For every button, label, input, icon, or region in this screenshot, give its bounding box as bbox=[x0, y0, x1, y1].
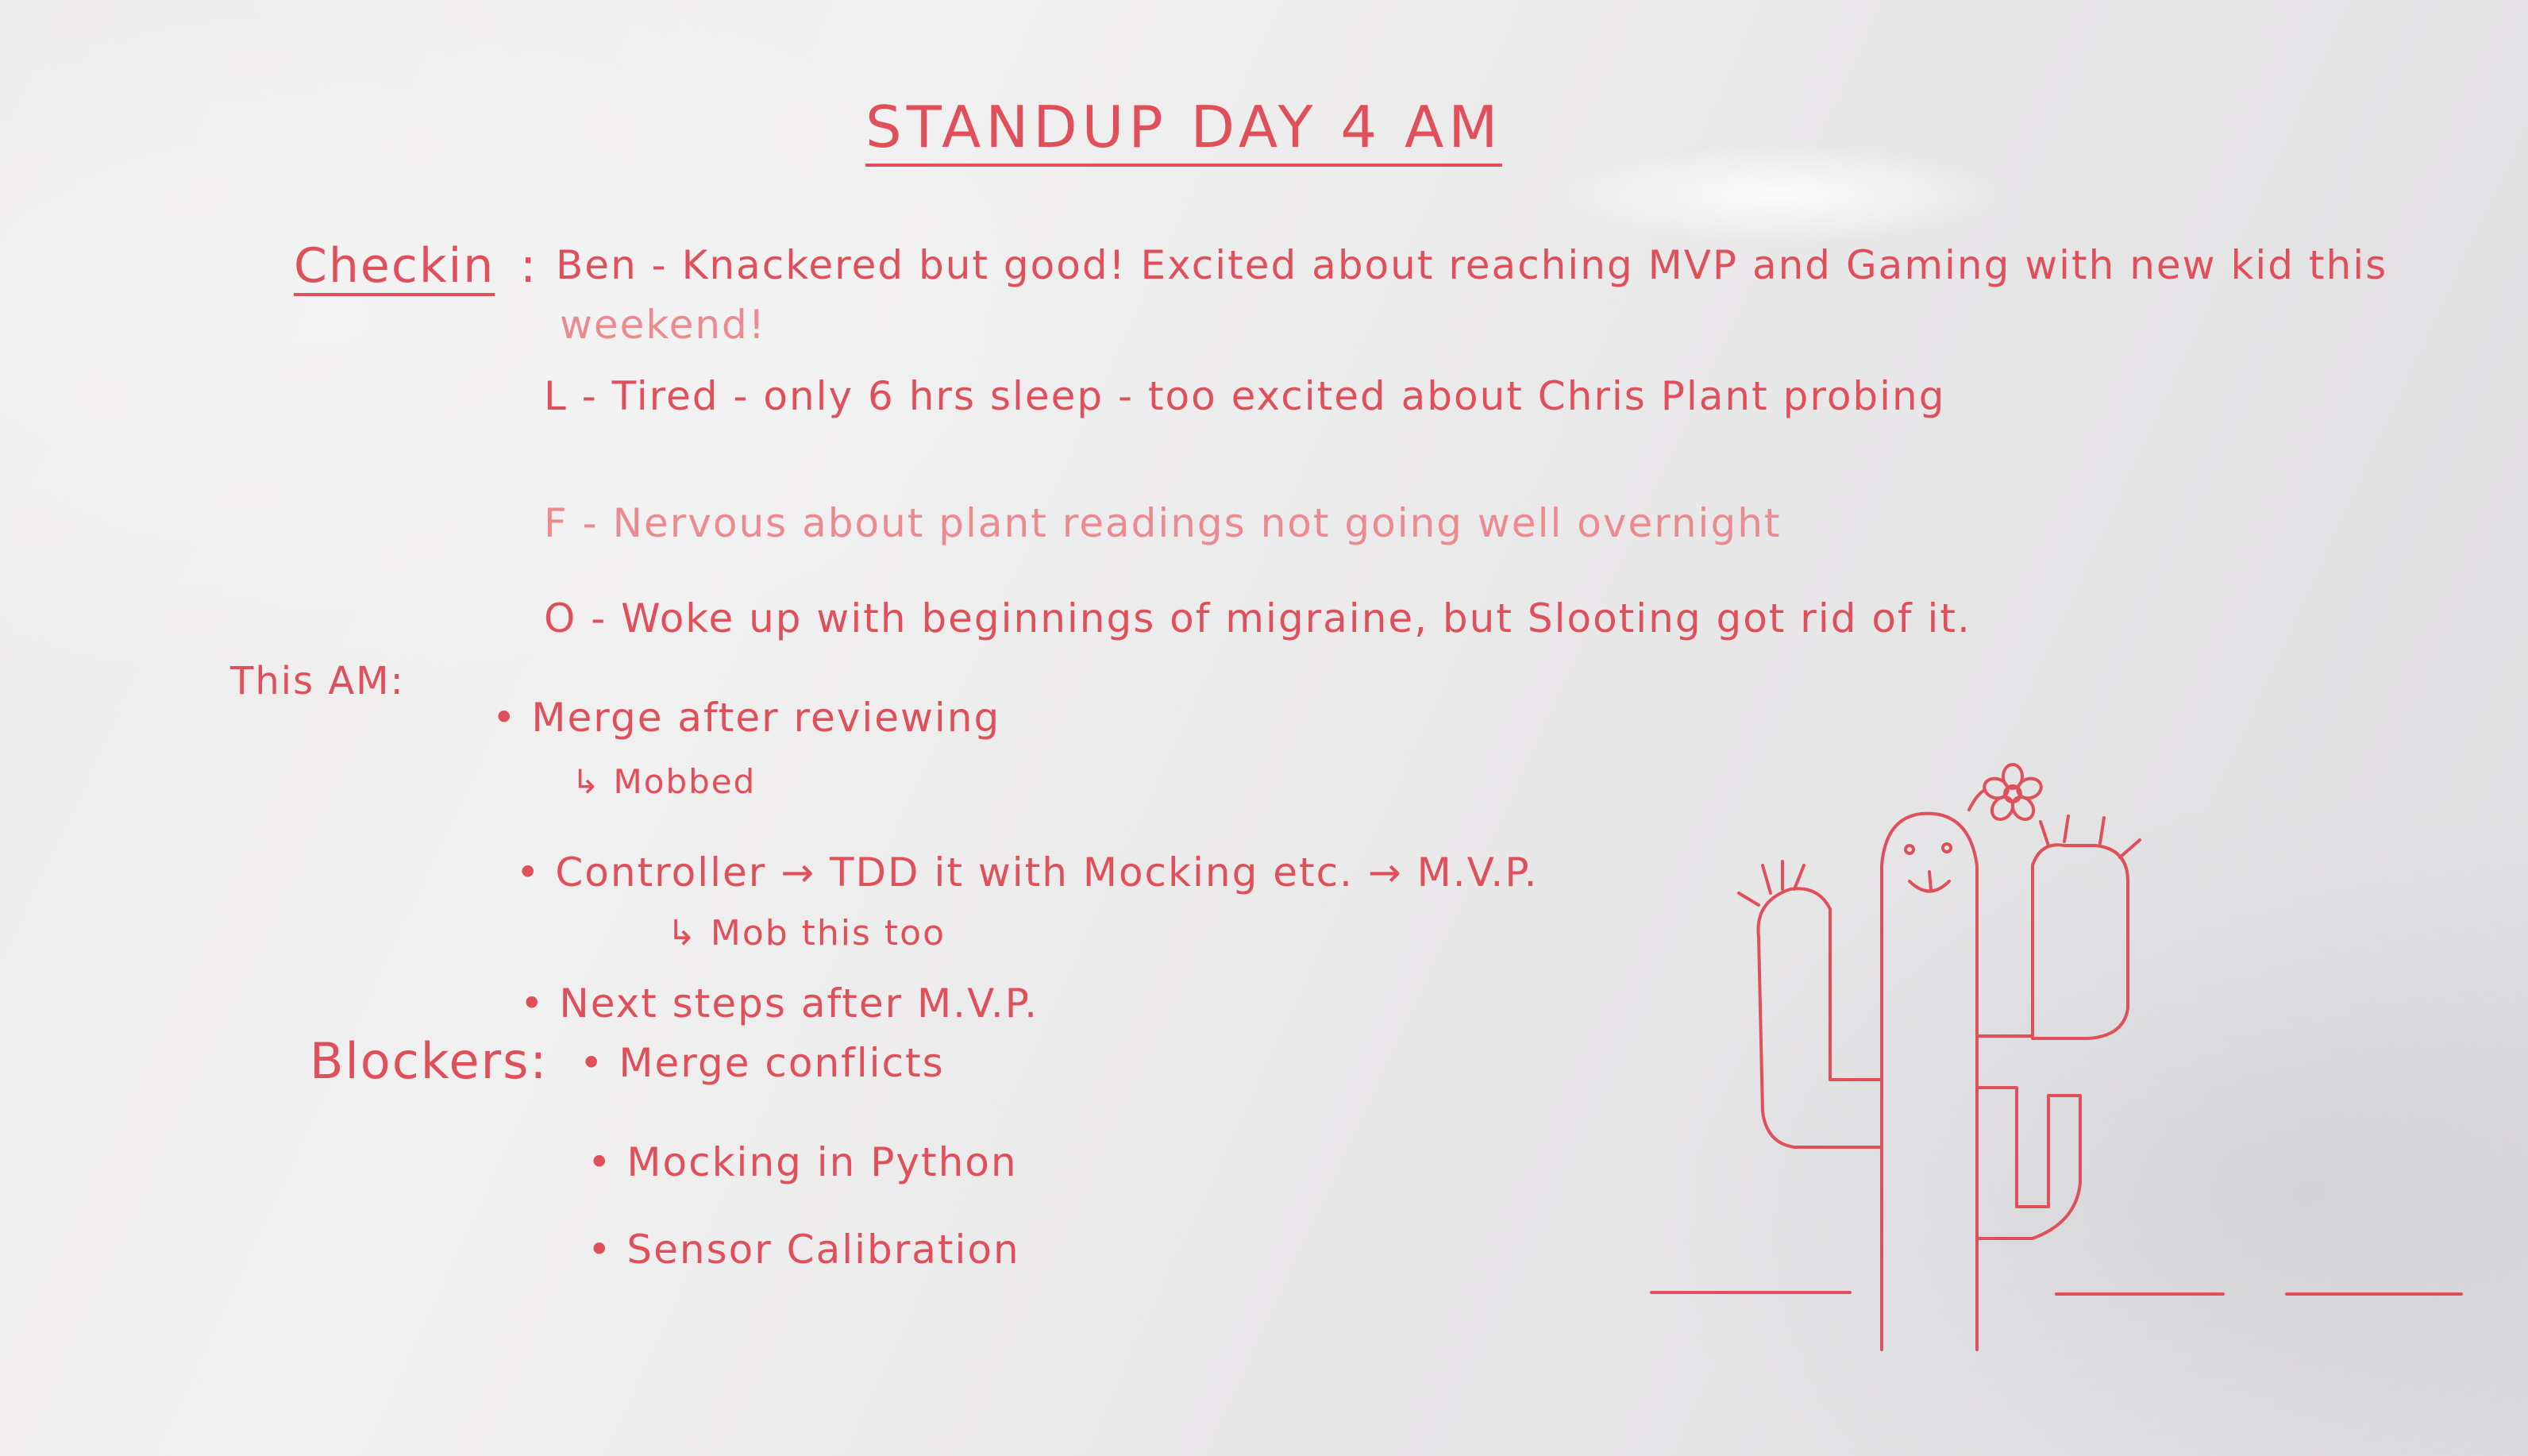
this-am-item-next-steps: • Next steps after M.V.P. bbox=[520, 980, 1039, 1027]
flower-icon bbox=[1983, 763, 2043, 822]
checkin-entry-l: L - Tired - only 6 hrs sleep - too excit… bbox=[544, 373, 1946, 419]
this-am-item-controller-sub: ↳ Mob this too bbox=[667, 913, 946, 953]
whiteboard: STANDUP DAY 4 AM Checkin : Ben - Knacker… bbox=[0, 0, 2528, 1456]
cactus-left-arm bbox=[1756, 887, 1883, 1149]
this-am-item-merge: • Merge after reviewing bbox=[492, 695, 1001, 741]
cactus-trunk bbox=[1880, 811, 2034, 1351]
checkin-entry-f: F - Nervous about plant readings not goi… bbox=[544, 500, 1782, 546]
checkin-colon: : bbox=[520, 238, 538, 294]
cactus-eye-right bbox=[1941, 842, 1952, 853]
board-title: STANDUP DAY 4 AM bbox=[865, 94, 1503, 167]
checkin-entry-ben-continued: weekend! bbox=[560, 302, 766, 348]
cactus-nose bbox=[1928, 870, 1933, 891]
this-am-label: This AM: bbox=[230, 659, 405, 703]
blockers-label: Blockers: bbox=[310, 1032, 549, 1090]
blocker-item-merge-conflicts: • Merge conflicts bbox=[580, 1040, 945, 1086]
cactus-right-spines bbox=[2039, 815, 2141, 859]
cactus-lower-right-arm bbox=[1975, 1086, 2082, 1240]
blocker-item-mocking-python: • Mocking in Python bbox=[588, 1139, 1018, 1185]
cactus-drawing bbox=[1650, 763, 2463, 1351]
blocker-item-sensor-calibration: • Sensor Calibration bbox=[588, 1227, 1020, 1273]
checkin-entry-o: O - Woke up with beginnings of migraine,… bbox=[544, 595, 1971, 641]
checkin-entry-ben: Ben - Knackered but good! Excited about … bbox=[556, 242, 2388, 288]
this-am-item-merge-sub: ↳ Mobbed bbox=[572, 762, 757, 801]
flower-stem bbox=[1967, 788, 1987, 811]
cactus-eye-left bbox=[1904, 844, 1915, 855]
checkin-label: Checkin bbox=[294, 238, 495, 294]
this-am-item-controller: • Controller → TDD it with Mocking etc. … bbox=[516, 849, 1539, 896]
cactus-right-arm bbox=[2031, 843, 2129, 1040]
